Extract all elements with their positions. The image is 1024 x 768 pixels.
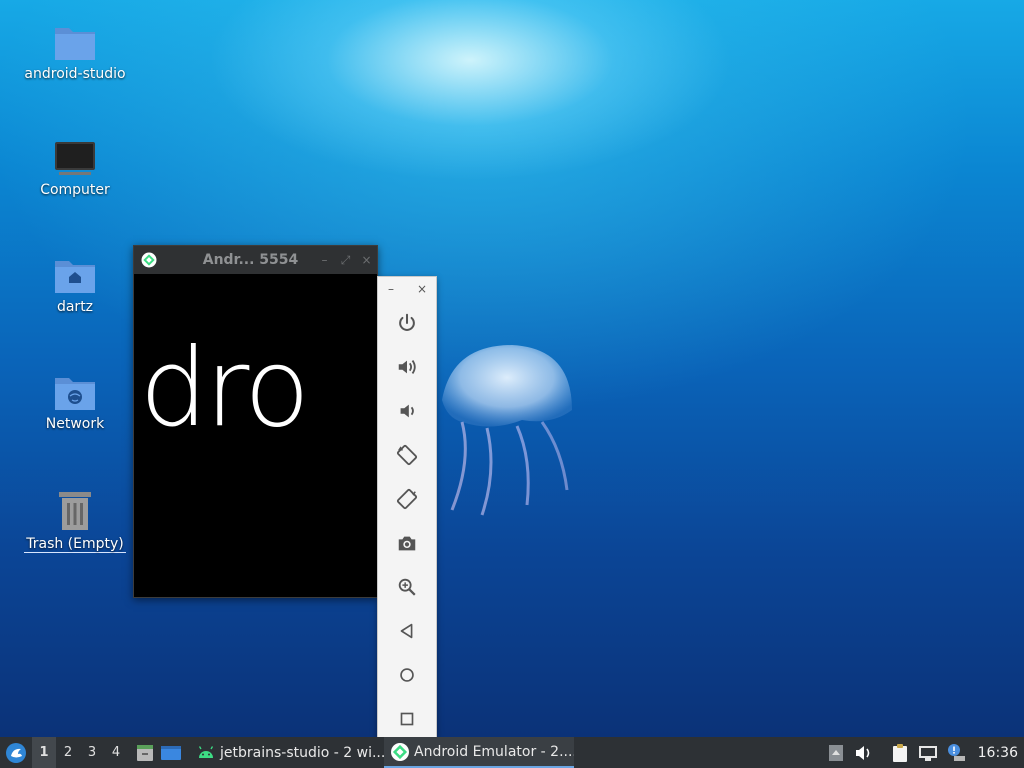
volume-icon: [855, 745, 869, 760]
home-icon: [400, 668, 414, 682]
emulator-titlebar[interactable]: Andr... 5554 – ⤢ ×: [134, 246, 377, 274]
desktop-icon-label: Computer: [40, 182, 110, 198]
desktop-icon-network[interactable]: Network: [15, 372, 135, 432]
emulator-icon: [391, 742, 409, 761]
notification-icon: [947, 743, 965, 761]
desktop-icon-android-studio[interactable]: android-studio: [15, 22, 135, 82]
home-button[interactable]: [378, 653, 436, 697]
tray-expand-icon: [828, 744, 843, 761]
task-label: Android Emulator - 2....: [414, 743, 574, 760]
desktop-icon-dartz[interactable]: dartz: [15, 255, 135, 315]
rotate-left-button[interactable]: [378, 433, 436, 477]
emulator-app-icon: [141, 252, 157, 268]
screenshot-button[interactable]: [378, 521, 436, 565]
desktop-icon-label: Trash (Empty): [24, 536, 126, 553]
volume-up-button[interactable]: [378, 345, 436, 389]
desktop-icon-label: android-studio: [24, 66, 126, 82]
overview-button[interactable]: [378, 697, 436, 741]
boot-animation-text: ndro: [134, 326, 310, 451]
computer-icon: [55, 142, 95, 175]
emulator-screen[interactable]: ndro: [134, 275, 377, 597]
back-icon: [400, 623, 413, 639]
volume-down-button[interactable]: [378, 389, 436, 433]
workspace-2-button[interactable]: 2: [56, 737, 80, 768]
window-close-button[interactable]: ×: [356, 253, 377, 267]
emulator-window[interactable]: Andr... 5554 – ⤢ × ndro: [133, 245, 378, 598]
emulator-toolbar: – ×: [377, 276, 437, 740]
network-tray-button[interactable]: [914, 737, 942, 768]
window-maximize-button[interactable]: ⤢: [335, 253, 356, 268]
volume-down-icon: [400, 404, 414, 418]
tray-arrow-button[interactable]: [822, 737, 850, 768]
system-tray: 16:36: [822, 737, 1024, 768]
toolbar-close-button[interactable]: ×: [417, 282, 427, 296]
power-icon: [399, 313, 415, 331]
whisker-menu-button[interactable]: [0, 737, 32, 768]
window-minimize-button[interactable]: –: [314, 253, 335, 267]
task-android-emulator[interactable]: Android Emulator - 2....: [384, 737, 574, 768]
clipboard-icon: [892, 743, 907, 762]
file-cabinet-icon: [137, 744, 153, 761]
home-folder-icon: [55, 261, 95, 293]
rotate-left-icon: [396, 444, 418, 466]
task-label: jetbrains-studio - 2 wi...: [220, 744, 384, 761]
taskbar: 1 2 3 4 jetbrains-studio - 2 wi... Andro…: [0, 737, 1024, 768]
desktop-icon-label: dartz: [56, 299, 94, 315]
network-folder-icon: [55, 378, 95, 410]
task-jetbrains-studio[interactable]: jetbrains-studio - 2 wi...: [190, 737, 384, 768]
clipboard-tray-button[interactable]: [886, 737, 914, 768]
notifications-tray-button[interactable]: [942, 737, 970, 768]
network-wired-icon: [918, 745, 937, 761]
folder-icon: [55, 28, 95, 60]
clock[interactable]: 16:36: [970, 745, 1024, 761]
camera-icon: [398, 536, 416, 551]
file-manager-launcher[interactable]: [132, 737, 158, 768]
overview-icon: [400, 712, 414, 726]
trash-icon: [59, 492, 91, 530]
emulator-window-title: Andr... 5554: [202, 252, 299, 268]
desktop-icon-label: Network: [45, 416, 105, 432]
wallpaper-jellyfish: [442, 345, 572, 516]
zoom-icon: [398, 578, 416, 596]
back-button[interactable]: [378, 609, 436, 653]
workspace-4-button[interactable]: 4: [104, 737, 128, 768]
workspace-1-button[interactable]: 1: [32, 737, 56, 768]
volume-tray-button[interactable]: [850, 737, 878, 768]
distro-logo-icon: [6, 742, 26, 763]
rotate-right-button[interactable]: [378, 477, 436, 521]
rotate-right-icon: [396, 488, 418, 510]
desktop-icon-trash[interactable]: Trash (Empty): [15, 488, 135, 553]
workspace-3-button[interactable]: 3: [80, 737, 104, 768]
show-desktop-button[interactable]: [158, 737, 184, 768]
desktop-icon: [161, 745, 181, 760]
volume-up-icon: [398, 360, 416, 374]
toolbar-minimize-button[interactable]: –: [388, 282, 394, 296]
zoom-button[interactable]: [378, 565, 436, 609]
android-icon: [198, 745, 214, 758]
power-button[interactable]: [378, 301, 436, 345]
desktop-icon-computer[interactable]: Computer: [15, 138, 135, 198]
